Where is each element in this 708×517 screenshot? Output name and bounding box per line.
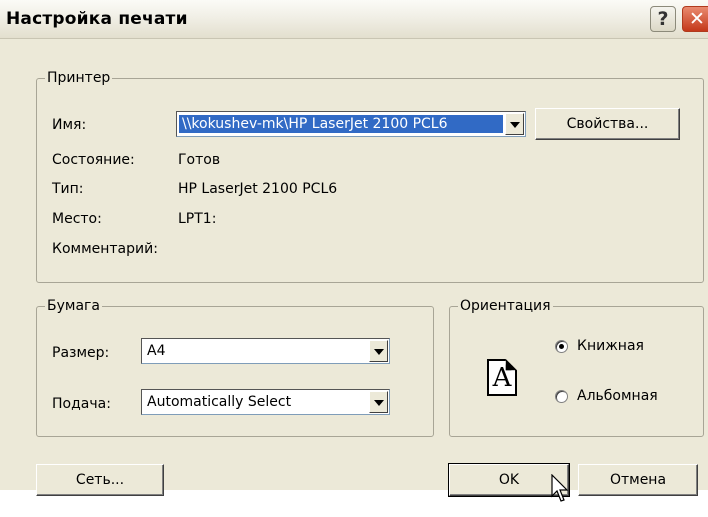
- chevron-down-icon[interactable]: [505, 113, 524, 135]
- page-icon-letter: A: [492, 362, 512, 393]
- chevron-down-icon[interactable]: [369, 391, 388, 413]
- page-portrait-icon: A: [487, 359, 517, 396]
- paper-size-value: A4: [147, 343, 166, 359]
- paper-source-label: Подача:: [52, 396, 111, 412]
- location-label: Место:: [52, 211, 102, 227]
- printer-name-value: \\kokushev-mk\HP LaserJet 2100 PCL6: [179, 115, 503, 133]
- portrait-label[interactable]: Книжная: [577, 337, 644, 355]
- window-title: Настройка печати: [6, 9, 188, 29]
- orientation-group-legend: Ориентация: [458, 297, 553, 315]
- chevron-down-icon[interactable]: [369, 340, 388, 362]
- title-bar: Настройка печати ? ✕: [0, 0, 708, 39]
- portrait-radio[interactable]: [555, 340, 568, 353]
- landscape-label[interactable]: Альбомная: [577, 387, 658, 405]
- cancel-button[interactable]: Отмена: [578, 464, 698, 496]
- paper-source-select[interactable]: Automatically Select: [141, 389, 390, 415]
- print-setup-dialog: Настройка печати ? ✕ Принтер Имя: \\koku…: [0, 0, 708, 497]
- type-value: HP LaserJet 2100 PCL6: [178, 181, 338, 197]
- properties-button[interactable]: Свойства...: [535, 108, 680, 140]
- status-value: Готов: [178, 152, 221, 168]
- landscape-radio[interactable]: [555, 390, 568, 403]
- location-value: LPT1:: [178, 211, 217, 227]
- printer-group-legend: Принтер: [45, 69, 113, 87]
- paper-size-select[interactable]: A4: [141, 338, 390, 364]
- printer-name-select[interactable]: \\kokushev-mk\HP LaserJet 2100 PCL6: [176, 111, 526, 137]
- paper-group-legend: Бумага: [45, 297, 102, 315]
- paper-size-label: Размер:: [52, 345, 110, 361]
- status-label: Состояние:: [52, 152, 135, 168]
- printer-name-label: Имя:: [52, 117, 87, 133]
- network-button[interactable]: Сеть...: [36, 464, 164, 496]
- mouse-pointer-icon: [551, 474, 569, 502]
- paper-source-value: Automatically Select: [147, 394, 292, 410]
- close-icon[interactable]: ✕: [682, 6, 708, 32]
- help-icon[interactable]: ?: [650, 6, 676, 32]
- comment-label: Комментарий:: [52, 241, 158, 257]
- paper-group: Бумага: [36, 297, 434, 437]
- type-label: Тип:: [52, 181, 84, 197]
